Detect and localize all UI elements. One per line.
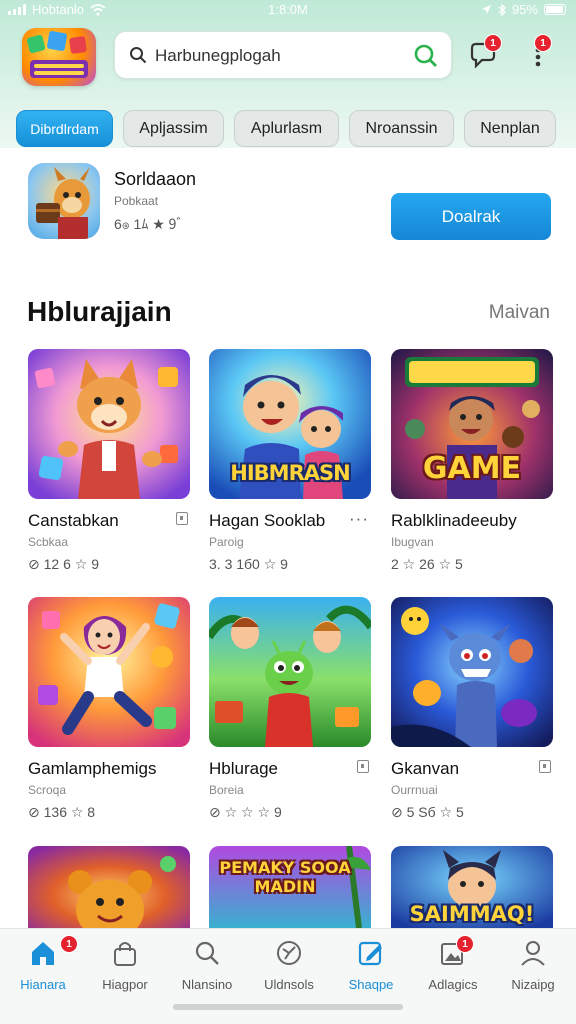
search-bar[interactable] bbox=[114, 31, 452, 79]
nav-label: Hiagpor bbox=[102, 977, 148, 992]
section-see-more-link[interactable]: Maivan bbox=[489, 302, 550, 324]
search-input[interactable] bbox=[155, 42, 395, 70]
nav-badge: 1 bbox=[456, 935, 474, 953]
game-thumbnail-dancer[interactable] bbox=[28, 597, 190, 747]
chip-category-3[interactable]: Nroanssin bbox=[349, 110, 454, 147]
game-art-title: SAIMMAQ! bbox=[409, 902, 535, 926]
game-options-icon[interactable] bbox=[539, 760, 551, 773]
game-meta: ⊘ 12 6 ☆ 9 bbox=[28, 556, 99, 572]
category-chips: Dibrdlrdam Apljassim Aplurlasm Nroanssin… bbox=[16, 110, 556, 147]
profile-icon bbox=[521, 941, 545, 966]
game-thumbnail-boy[interactable]: SAIMMAQ! bbox=[391, 846, 553, 928]
game-meta: ⊘ 5 Sб ☆ 5 bbox=[391, 804, 464, 820]
game-thumbnail-kids[interactable]: HIBMRASN bbox=[209, 349, 371, 499]
more-menu-button[interactable]: 1 bbox=[528, 34, 558, 70]
nav-item-profile[interactable]: Nizaipg bbox=[492, 937, 574, 1003]
chat-button[interactable]: 1 bbox=[468, 34, 502, 70]
section-title: Hblurajjain bbox=[27, 296, 172, 327]
game-title: Canstabkan bbox=[28, 511, 119, 530]
search-icon bbox=[195, 941, 219, 965]
game-title: Hagan Sooklab bbox=[209, 511, 326, 530]
chip-category-0[interactable]: Dibrdlrdam bbox=[16, 110, 113, 147]
chip-category-2[interactable]: Aplurlasm bbox=[234, 110, 339, 147]
game-art-title: GAME bbox=[422, 451, 522, 486]
game-meta: ⊘ 136 ☆ 8 bbox=[28, 804, 96, 820]
game-thumbnail-jungle[interactable]: PEMAKY SOOA MADIN bbox=[209, 846, 371, 928]
game-art-title: PEMAKY SOOA MADIN bbox=[219, 858, 351, 896]
game-card[interactable]: Gkanvan Ourrnuai ⊘ 5 Sб ☆ 5 bbox=[391, 597, 553, 820]
game-thumbnail-monster[interactable] bbox=[391, 597, 553, 747]
app-logo[interactable] bbox=[22, 28, 96, 86]
nav-item-search[interactable]: Nlansino bbox=[166, 937, 248, 1003]
nav-label: Nizaipg bbox=[511, 977, 555, 992]
game-subtitle: Scbkaa bbox=[28, 535, 69, 549]
edit-icon bbox=[358, 941, 382, 966]
nav-item-gallery[interactable]: 1 Adlagics bbox=[412, 935, 494, 1003]
game-card[interactable]: Canstabkan Scbkaa ⊘ 12 6 ☆ 9 bbox=[28, 349, 190, 572]
game-options-icon[interactable] bbox=[176, 512, 188, 525]
game-subtitle: Ibugvan bbox=[391, 535, 434, 549]
battery-percent: 95% bbox=[511, 2, 538, 17]
battery-icon bbox=[544, 4, 566, 15]
nav-label: Adlagics bbox=[428, 977, 478, 992]
game-meta: 2 ☆ 26 ☆ 5 bbox=[391, 556, 463, 572]
nav-item-gauge[interactable]: Uldnsols bbox=[248, 937, 330, 1003]
featured-app-meta: 6ၜ 1ﾑ ★ 9ﾞ bbox=[114, 216, 184, 232]
game-card[interactable]: SAIMMAQ! bbox=[391, 846, 553, 928]
game-thumbnail-alien[interactable] bbox=[209, 597, 371, 747]
game-card[interactable]: PEMAKY SOOA MADIN bbox=[209, 846, 371, 928]
game-thumbnail-bear[interactable] bbox=[28, 846, 190, 928]
gauge-icon bbox=[277, 941, 301, 965]
home-indicator bbox=[173, 1004, 403, 1010]
featured-app-title: Sorldaaon bbox=[114, 169, 197, 189]
bag-icon bbox=[114, 942, 136, 966]
nav-badge: 1 bbox=[60, 935, 78, 953]
nav-label: Hianara bbox=[20, 977, 66, 992]
nav-label: Shaqpe bbox=[348, 977, 394, 992]
game-meta: 3. 3 1б0 ☆ 9 bbox=[209, 556, 288, 572]
nav-item-home[interactable]: 1 Hianara bbox=[2, 935, 84, 1003]
nav-item-bag[interactable]: Hiagpor bbox=[84, 937, 166, 1003]
nav-item-edit[interactable]: Shaqpe bbox=[330, 937, 412, 1003]
game-art-title: HIBMRASN bbox=[230, 461, 350, 485]
location-icon bbox=[481, 5, 491, 14]
home-icon bbox=[32, 942, 54, 965]
featured-app-subtitle: Pobkaat bbox=[114, 194, 159, 208]
game-subtitle: Paroig bbox=[209, 535, 244, 549]
game-card[interactable]: HIBMRASN Hagan Sooklab ··· Paroig 3. 3 1… bbox=[209, 349, 371, 572]
status-bar: Hobtanlo 1:8:0M 95% bbox=[0, 0, 576, 20]
bluetooth-icon bbox=[498, 3, 506, 16]
game-card[interactable] bbox=[28, 846, 190, 928]
featured-app-icon[interactable] bbox=[28, 163, 100, 239]
game-subtitle: Boreia bbox=[209, 783, 244, 797]
game-title: Hblurage bbox=[209, 759, 278, 778]
more-horizontal-icon[interactable]: ··· bbox=[349, 509, 369, 529]
game-card[interactable]: Gamlamphemigs Scroqa ⊘ 136 ☆ 8 bbox=[28, 597, 190, 820]
game-title: Rablklinadeeuby bbox=[391, 511, 517, 530]
download-button[interactable]: Doalrak bbox=[391, 193, 551, 240]
game-subtitle: Ourrnuai bbox=[391, 783, 438, 797]
game-options-icon[interactable] bbox=[357, 760, 369, 773]
game-card[interactable]: Hblurage Boreia ⊘ ☆ ☆ ☆ 9 bbox=[209, 597, 371, 820]
nav-label: Nlansino bbox=[181, 977, 233, 992]
nav-label: Uldnsols bbox=[264, 977, 314, 992]
game-thumbnail-fox[interactable] bbox=[28, 349, 190, 499]
search-submit-icon[interactable] bbox=[413, 43, 439, 69]
chip-category-4[interactable]: Nenplan bbox=[464, 110, 556, 147]
game-card[interactable]: GAME Rablklinadeeuby Ibugvan 2 ☆ 26 ☆ 5 bbox=[391, 349, 553, 572]
chip-category-1[interactable]: Apljassim bbox=[123, 110, 224, 147]
chat-badge: 1 bbox=[484, 34, 502, 52]
menu-badge: 1 bbox=[534, 34, 552, 52]
game-meta: ⊘ ☆ ☆ ☆ 9 bbox=[209, 804, 282, 820]
game-thumbnail-arcade[interactable]: GAME bbox=[391, 349, 553, 499]
game-title: Gamlamphemigs bbox=[28, 759, 157, 778]
game-title: Gkanvan bbox=[391, 759, 460, 778]
game-subtitle: Scroqa bbox=[28, 783, 67, 797]
search-icon bbox=[130, 47, 147, 64]
